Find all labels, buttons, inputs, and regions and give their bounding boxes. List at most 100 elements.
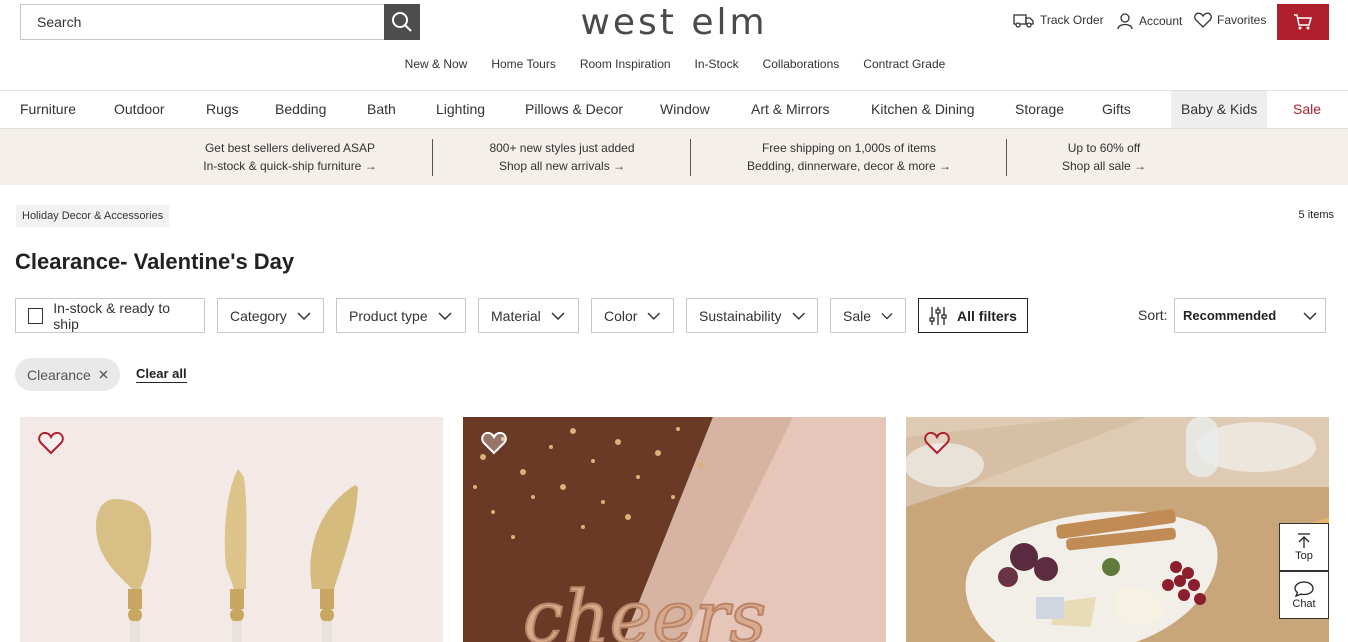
active-filter-chip[interactable]: Clearance — [15, 358, 120, 391]
filter-product-type[interactable]: Product type — [336, 298, 466, 333]
sort-select[interactable]: Recommended — [1174, 298, 1326, 333]
breadcrumb[interactable]: Holiday Decor & Accessories — [16, 205, 170, 227]
clear-all-link[interactable]: Clear all — [136, 366, 187, 383]
product-card-3[interactable] — [906, 417, 1329, 642]
search-icon — [392, 12, 412, 32]
chat-button[interactable]: Chat — [1279, 571, 1329, 619]
item-count: 5 items — [1298, 209, 1334, 221]
track-order-label: Track Order — [1040, 13, 1104, 27]
instock-checkbox[interactable] — [28, 307, 44, 324]
cart-button[interactable] — [1277, 4, 1329, 40]
logo[interactable]: west elm — [580, 2, 767, 43]
promo-4-line1: Up to 60% off — [1067, 141, 1141, 155]
svg-text:cheers: cheers — [523, 575, 766, 642]
nav-storage[interactable]: Storage — [1005, 91, 1074, 128]
nav-outdoor[interactable]: Outdoor — [104, 91, 175, 128]
filter-material[interactable]: Material — [478, 298, 579, 333]
filter-instock-label: In-stock & ready to ship — [53, 299, 170, 332]
subnav-in-stock[interactable]: In-Stock — [695, 57, 739, 71]
nav-lighting[interactable]: Lighting — [426, 91, 495, 128]
promo-1-line1: Get best sellers delivered ASAP — [204, 141, 376, 155]
promo-divider — [432, 139, 433, 176]
chevron-down-icon — [297, 311, 311, 320]
search-box — [20, 4, 420, 40]
track-order-link[interactable]: Track Order — [1013, 12, 1104, 28]
product-card-2[interactable]: cheers — [463, 417, 886, 642]
promo-2-line1: 800+ new styles just added — [489, 141, 635, 155]
truck-icon — [1013, 14, 1034, 28]
back-to-top-button[interactable]: Top — [1279, 523, 1329, 571]
nav-furniture[interactable]: Furniture — [10, 91, 86, 128]
filter-product-type-label: Product type — [349, 307, 428, 324]
nav-baby-kids[interactable]: Baby & Kids — [1171, 91, 1268, 128]
favorite-heart-icon[interactable] — [38, 431, 64, 455]
filter-sustainability-label: Sustainability — [699, 307, 782, 324]
subnav-room-inspiration[interactable]: Room Inspiration — [580, 57, 671, 71]
chat-label: Chat — [1292, 597, 1316, 610]
arrow-up-icon — [1298, 532, 1310, 548]
nav-gifts[interactable]: Gifts — [1092, 91, 1141, 128]
active-filter-label: Clearance — [27, 366, 91, 383]
account-link[interactable]: Account — [1116, 12, 1182, 30]
all-filters-button[interactable]: All filters — [918, 298, 1028, 333]
product-card-1[interactable] — [20, 417, 443, 642]
all-filters-label: All filters — [957, 307, 1017, 324]
filter-color-label: Color — [604, 307, 638, 324]
chevron-down-icon — [881, 312, 893, 319]
cart-icon — [1294, 14, 1312, 30]
nav-window[interactable]: Window — [650, 91, 720, 128]
back-to-top-label: Top — [1295, 549, 1313, 562]
favorite-heart-icon[interactable] — [481, 431, 507, 455]
page-title: Clearance- Valentine's Day — [15, 249, 295, 274]
subnav-new-now[interactable]: New & Now — [405, 57, 468, 71]
close-icon[interactable] — [99, 370, 108, 379]
secondary-nav: New & Now Home Tours Room Inspiration In… — [0, 57, 1348, 71]
search-input[interactable] — [21, 5, 384, 39]
subnav-collaborations[interactable]: Collaborations — [763, 57, 840, 71]
product-image-cheers-sign[interactable]: cheers — [463, 417, 886, 642]
promo-1-line2: In-stock & quick-ship furniture → — [203, 159, 377, 173]
main-nav: Furniture Outdoor Rugs Bedding Bath Ligh… — [0, 90, 1348, 129]
account-icon — [1117, 13, 1133, 30]
chevron-down-icon — [791, 312, 805, 320]
chat-icon — [1294, 580, 1314, 597]
filter-sustainability[interactable]: Sustainability — [686, 298, 818, 333]
promo-3-line1: Free shipping on 1,000s of items — [761, 141, 937, 155]
chevron-down-icon — [647, 312, 661, 320]
sort-label: Sort: — [1138, 307, 1168, 323]
nav-sale[interactable]: Sale — [1283, 91, 1331, 128]
chevron-down-icon — [1303, 311, 1317, 320]
filter-sale[interactable]: Sale — [830, 298, 906, 333]
search-button[interactable] — [384, 4, 420, 40]
promo-2-line2: Shop all new arrivals → — [498, 159, 626, 173]
favorites-label: Favorites — [1217, 13, 1267, 27]
favorite-heart-icon[interactable] — [924, 431, 950, 455]
promo-4-line2: Shop all sale → — [1061, 159, 1147, 173]
promo-item-2[interactable]: 800+ new styles just added Shop all new … — [452, 139, 672, 175]
sliders-icon — [929, 306, 947, 325]
nav-kitchen-dining[interactable]: Kitchen & Dining — [861, 91, 985, 128]
filter-category[interactable]: Category — [217, 298, 324, 333]
product-image-cheese-board[interactable] — [906, 417, 1329, 642]
filter-instock[interactable]: In-stock & ready to ship — [15, 298, 205, 333]
nav-rugs[interactable]: Rugs — [196, 91, 249, 128]
filter-category-label: Category — [230, 307, 287, 324]
nav-pillows-decor[interactable]: Pillows & Decor — [515, 91, 633, 128]
promo-bar: Get best sellers delivered ASAP In-stock… — [0, 129, 1348, 185]
product-image-cheese-knives[interactable] — [20, 417, 443, 642]
favorites-link[interactable]: Favorites — [1194, 12, 1266, 28]
account-label: Account — [1139, 14, 1183, 28]
nav-art-mirrors[interactable]: Art & Mirrors — [741, 91, 840, 128]
filter-color[interactable]: Color — [591, 298, 674, 333]
promo-item-1[interactable]: Get best sellers delivered ASAP In-stock… — [180, 139, 400, 175]
nav-bath[interactable]: Bath — [357, 91, 406, 128]
sort-value: Recommended — [1183, 308, 1277, 323]
heart-icon — [1194, 12, 1212, 28]
promo-item-3[interactable]: Free shipping on 1,000s of items Bedding… — [720, 139, 978, 175]
nav-bedding[interactable]: Bedding — [265, 91, 336, 128]
subnav-home-tours[interactable]: Home Tours — [491, 57, 555, 71]
promo-item-4[interactable]: Up to 60% off Shop all sale → — [1034, 139, 1174, 175]
subnav-contract-grade[interactable]: Contract Grade — [863, 57, 945, 71]
filter-sale-label: Sale — [843, 307, 872, 324]
chevron-down-icon — [438, 311, 452, 320]
